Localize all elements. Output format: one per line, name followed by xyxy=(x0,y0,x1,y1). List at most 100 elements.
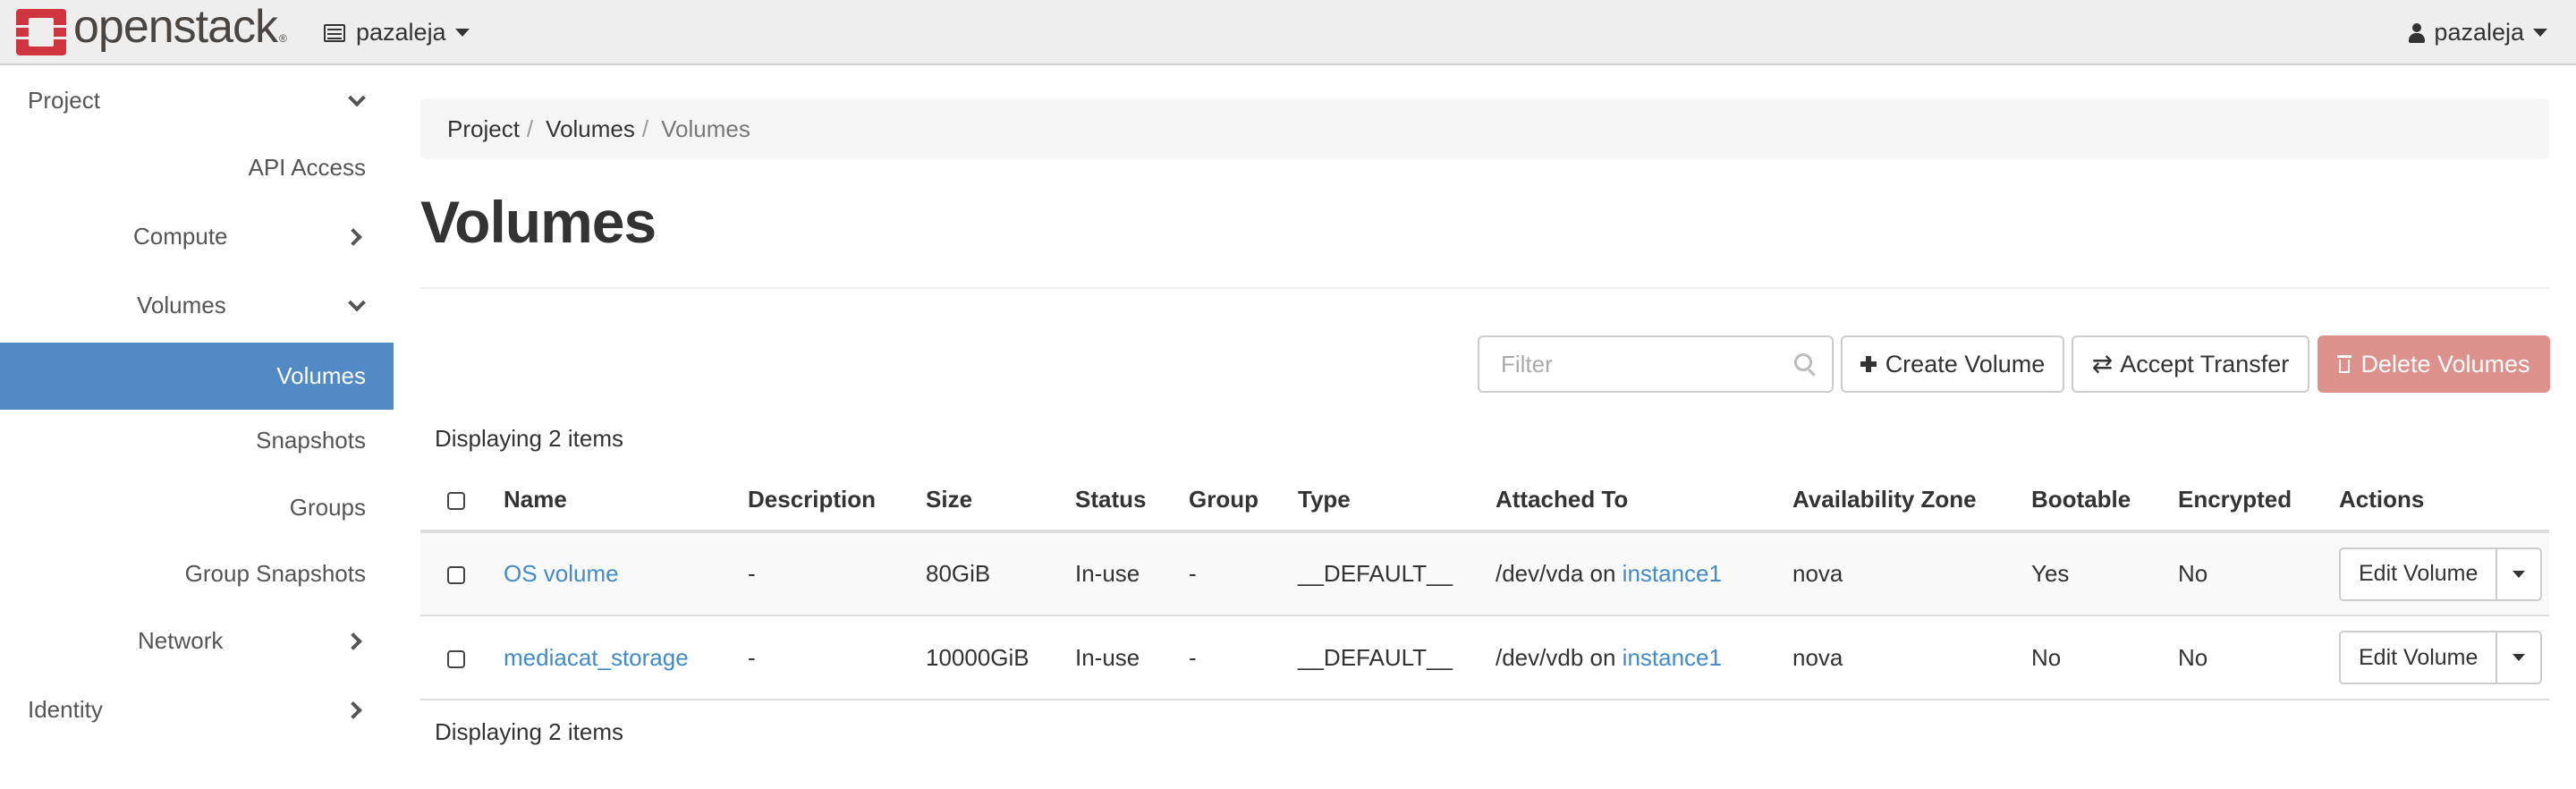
volume-attached-to: /dev/vdb on instance1 xyxy=(1496,615,1792,700)
column-header-bootable[interactable]: Bootable xyxy=(2031,470,2178,533)
openstack-logo[interactable]: openstack ® xyxy=(16,4,287,55)
sidebar-item-label: Compute xyxy=(133,223,228,250)
column-header-group[interactable]: Group xyxy=(1189,470,1298,533)
breadcrumb-separator: / xyxy=(526,115,534,142)
edit-volume-button[interactable]: Edit Volume xyxy=(2341,632,2498,683)
sidebar-item-label: Group Snapshots xyxy=(184,560,366,587)
breadcrumb-project[interactable]: Project xyxy=(447,115,520,143)
volume-bootable: Yes xyxy=(2031,531,2178,616)
search-icon[interactable] xyxy=(1794,353,1812,371)
volume-attached-to: /dev/vda on instance1 xyxy=(1496,531,1792,616)
sidebar-item-api-access[interactable]: API Access xyxy=(0,134,394,201)
instance-link[interactable]: instance1 xyxy=(1623,560,1722,587)
accept-transfer-button[interactable]: ⇄ Accept Transfer xyxy=(2072,335,2309,393)
sidebar-item-volumes[interactable]: Volumes xyxy=(0,343,394,410)
volume-encrypted: No xyxy=(2178,531,2339,616)
top-navbar: openstack ® pazaleja pazaleja xyxy=(0,0,2576,65)
row-actions: Edit Volume xyxy=(2339,631,2543,684)
caret-down-icon xyxy=(2533,29,2547,37)
volume-description: - xyxy=(748,615,926,700)
create-volume-label: Create Volume xyxy=(1885,350,2046,378)
column-header-name[interactable]: Name xyxy=(504,470,748,533)
project-list-icon xyxy=(324,23,345,42)
trash-icon xyxy=(2337,355,2352,373)
volume-description: - xyxy=(748,531,926,616)
item-count-bottom: Displaying 2 items xyxy=(435,718,623,745)
chevron-right-icon xyxy=(344,632,362,650)
user-icon xyxy=(2409,22,2426,43)
sidebar-item-label: Snapshots xyxy=(256,427,366,454)
volume-availability-zone: nova xyxy=(1792,531,2031,616)
volume-group: - xyxy=(1189,531,1298,616)
sidebar-item-groups[interactable]: Groups xyxy=(0,474,394,541)
volume-name-link[interactable]: OS volume xyxy=(504,560,619,587)
select-all-checkbox[interactable] xyxy=(447,492,465,511)
attached-device: /dev/vdb on xyxy=(1496,643,1616,671)
sidebar-item-volumes-group[interactable]: Volumes xyxy=(0,272,394,339)
sidebar-item-compute[interactable]: Compute xyxy=(0,203,394,270)
volume-encrypted: No xyxy=(2178,615,2339,700)
column-header-description[interactable]: Description xyxy=(748,470,926,533)
volume-name-link[interactable]: mediacat_storage xyxy=(504,644,689,671)
brand-name: openstack ® xyxy=(73,0,287,53)
sidebar-item-label: Volumes xyxy=(276,362,366,389)
chevron-down-icon xyxy=(348,293,366,311)
caret-down-icon xyxy=(2512,654,2526,661)
filter-field[interactable] xyxy=(1478,335,1834,393)
breadcrumb-volumes[interactable]: Volumes xyxy=(546,115,635,143)
sidebar-item-label: Groups xyxy=(289,494,366,521)
table-row: OS volume - 80GiB In-use - __DEFAULT__ /… xyxy=(420,531,2549,616)
accept-transfer-label: Accept Transfer xyxy=(2120,350,2290,378)
column-header-availability-zone[interactable]: Availability Zone xyxy=(1792,470,2031,533)
column-header-encrypted[interactable]: Encrypted xyxy=(2178,470,2339,533)
sidebar-item-identity[interactable]: Identity xyxy=(0,676,394,743)
row-actions-dropdown-toggle[interactable] xyxy=(2497,632,2540,683)
sidebar-item-label: Volumes xyxy=(137,292,226,318)
sidebar-item-project[interactable]: Project xyxy=(0,67,394,134)
column-header-size[interactable]: Size xyxy=(926,470,1075,533)
user-menu[interactable]: pazaleja xyxy=(2409,0,2547,65)
row-actions: Edit Volume xyxy=(2339,547,2543,601)
volume-type: __DEFAULT__ xyxy=(1298,615,1496,700)
row-checkbox[interactable] xyxy=(447,649,465,668)
sidebar-item-network[interactable]: Network xyxy=(0,607,394,674)
table-row: mediacat_storage - 10000GiB In-use - __D… xyxy=(420,615,2549,700)
openstack-logo-icon xyxy=(16,9,66,55)
row-checkbox[interactable] xyxy=(447,566,465,585)
delete-volumes-button[interactable]: Delete Volumes xyxy=(2318,335,2550,393)
volume-size: 80GiB xyxy=(926,531,1075,616)
breadcrumb: Project / Volumes / Volumes xyxy=(420,98,2549,159)
edit-volume-button[interactable]: Edit Volume xyxy=(2341,548,2498,599)
user-menu-label: pazaleja xyxy=(2434,19,2524,46)
caret-down-icon xyxy=(454,29,470,37)
column-header-actions: Actions xyxy=(2339,470,2549,533)
attached-device: /dev/vda on xyxy=(1496,560,1616,587)
caret-down-icon xyxy=(2512,570,2526,578)
table-header-row: Name Description Size Status Group Type … xyxy=(420,470,2549,533)
row-actions-dropdown-toggle[interactable] xyxy=(2497,549,2540,599)
volume-availability-zone: nova xyxy=(1792,615,2031,700)
instance-link[interactable]: instance1 xyxy=(1623,644,1722,671)
chevron-down-icon xyxy=(348,89,366,106)
filter-input[interactable] xyxy=(1479,337,1766,391)
volume-bootable: No xyxy=(2031,615,2178,700)
sidebar-item-group-snapshots[interactable]: Group Snapshots xyxy=(0,540,394,607)
item-count-top: Displaying 2 items xyxy=(435,425,623,452)
sidebar-item-snapshots[interactable]: Snapshots xyxy=(0,407,394,474)
breadcrumb-separator: / xyxy=(641,115,649,142)
project-selector[interactable]: pazaleja xyxy=(324,0,470,65)
create-volume-button[interactable]: Create Volume xyxy=(1841,335,2064,393)
delete-volumes-label: Delete Volumes xyxy=(2360,350,2530,378)
column-header-status[interactable]: Status xyxy=(1075,470,1189,533)
volume-type: __DEFAULT__ xyxy=(1298,531,1496,616)
column-header-attached-to[interactable]: Attached To xyxy=(1496,470,1792,533)
volumes-table: Name Description Size Status Group Type … xyxy=(420,470,2549,700)
sidebar-item-label: Project xyxy=(28,87,100,114)
chevron-right-icon xyxy=(344,227,362,246)
chevron-right-icon xyxy=(344,700,362,719)
project-selector-label: pazaleja xyxy=(356,19,446,46)
column-header-type[interactable]: Type xyxy=(1298,470,1496,533)
transfer-icon: ⇄ xyxy=(2091,350,2114,378)
title-divider xyxy=(420,287,2549,289)
volume-status: In-use xyxy=(1075,615,1189,700)
